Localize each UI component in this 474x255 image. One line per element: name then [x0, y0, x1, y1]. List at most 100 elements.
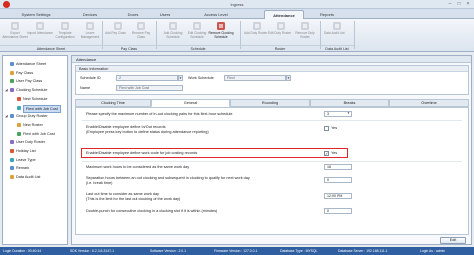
tab-system-settings[interactable]: System Settings: [14, 10, 58, 19]
edit-button[interactable]: Edit: [440, 237, 466, 244]
add-clocking-schedule-button[interactable]: Add Clocking Schedule: [160, 21, 186, 43]
login-as: Login As : admin: [420, 249, 446, 253]
schedule-id-dropdown-icon[interactable]: ▼: [178, 75, 183, 81]
tree-node-icon: [17, 122, 21, 127]
double-punch-label: Double-punch for consecutive clocking in…: [86, 209, 218, 213]
inout-records-checkbox[interactable]: [324, 126, 329, 131]
work-code-checkbox[interactable]: ✓: [324, 151, 329, 156]
tab-users[interactable]: Users: [150, 10, 180, 19]
work-schedule-field[interactable]: Flexi: [224, 75, 286, 81]
sidebar-item-label: User Duty Roster: [16, 140, 46, 145]
sdk-version: SDK Version : 6.2.3.6-3147-1: [70, 249, 115, 253]
tree-expand-icon[interactable]: ◢: [5, 112, 8, 120]
tab-reports[interactable]: Reports: [310, 10, 344, 19]
edit-clocking-schedule-button[interactable]: Edit Clocking Schedule: [184, 21, 210, 43]
sidebar-item[interactable]: Pay Class: [3, 69, 67, 77]
tree-node-icon: [10, 140, 14, 145]
ribbon-group-label: Schedule: [156, 45, 240, 51]
tab-rounding[interactable]: Rounding: [230, 99, 310, 107]
remove-clocking-schedule-button[interactable]: Remove Clocking Schedule: [208, 21, 234, 43]
tab-breaks[interactable]: Breaks: [310, 99, 389, 107]
sidebar-item[interactable]: Holiday List: [3, 147, 67, 155]
sidebar-item[interactable]: New Schedule: [3, 95, 67, 103]
divider: [82, 161, 462, 162]
sidebar-item-label: New Roster: [23, 122, 43, 127]
divider: [82, 120, 462, 121]
template-configuration-button[interactable]: Template Configuration: [52, 21, 78, 43]
tab-devices[interactable]: Devices: [74, 10, 106, 19]
minimize-icon[interactable]: –: [447, 1, 453, 7]
work-schedule-label: Work Schedule: [188, 76, 214, 80]
max-hours-label: Maximum work hours to be considered as t…: [86, 165, 190, 169]
sidebar-item[interactable]: Flexi with Job Cost: [3, 104, 67, 113]
maximize-icon[interactable]: □: [456, 1, 462, 7]
leave-management-button[interactable]: Leave Management: [77, 21, 103, 43]
data-audit-list-button[interactable]: Data Audit List: [324, 21, 350, 43]
tree-node-icon: [17, 96, 21, 101]
add-icon: [252, 21, 262, 31]
sidebar-item[interactable]: Data Audit List: [3, 173, 67, 181]
import-attendance-button[interactable]: Import Attendance: [27, 21, 53, 43]
sidebar-item[interactable]: ◢ Group Duty Roster: [3, 112, 67, 120]
sidebar-item-label: Pay Class: [16, 70, 34, 75]
tree-expand-icon[interactable]: ◢: [5, 86, 8, 94]
ribbon-toolbar: Export Attendance Sheet Import Attendance…: [0, 19, 474, 52]
add-duty-roster-button[interactable]: Add Duty Roster: [244, 21, 270, 43]
sidebar-item[interactable]: Leave Type: [3, 156, 67, 164]
sidebar-item[interactable]: ◢ Clocking Schedule: [3, 86, 67, 94]
ribbon-button-label: Edit Clocking Schedule: [187, 31, 207, 39]
double-punch-input[interactable]: 0: [324, 208, 352, 214]
separation-input[interactable]: 0: [324, 177, 352, 183]
basic-info-header: Basic Information: [76, 66, 468, 72]
ribbon-group-separator: [354, 21, 355, 49]
ribbon-group-label: Data Audit List: [320, 45, 354, 51]
work-code-label: Enable/Disable employee define work code…: [86, 151, 198, 155]
tab-attendance[interactable]: Attendance: [264, 10, 304, 19]
max-pairs-dropdown-icon[interactable]: ▼: [346, 111, 351, 117]
max-pairs-label: Please specify the maximum number of in-…: [86, 112, 233, 116]
tab-doors[interactable]: Doors: [118, 10, 148, 19]
ribbon-button-label: Template Configuration: [55, 31, 75, 39]
leave-icon: [85, 21, 95, 31]
close-icon[interactable]: ×: [465, 1, 471, 7]
software-version: Software Version : 2.0.1: [150, 249, 186, 253]
sidebar-item[interactable]: Remark: [3, 164, 67, 172]
tree-node-icon: [10, 166, 14, 171]
add-icon: [113, 21, 123, 31]
inout-records-label: Enable/Disable employee define In/Out re…: [86, 125, 166, 129]
sidebar-item[interactable]: New Roster: [3, 121, 67, 129]
tab-access-level[interactable]: Access Level: [196, 10, 236, 19]
sidebar-item[interactable]: User Pay Class: [3, 77, 67, 85]
import-icon: [35, 21, 45, 31]
tree-node-icon: [10, 149, 14, 153]
last-out-input[interactable]: 12:00 PM: [324, 193, 352, 199]
sidebar-item-label: Remark: [16, 166, 30, 171]
remove-duty-roster-button[interactable]: Remove Duty Roster: [292, 21, 318, 43]
tab-clocking-time[interactable]: Clocking Time: [75, 99, 151, 107]
sidebar-item[interactable]: User Duty Roster: [3, 138, 67, 146]
sidebar-item[interactable]: Flexi with Job Cost: [3, 130, 67, 138]
ribbon-button-label: Remove Clocking Schedule: [208, 31, 234, 39]
tree-node-icon: [17, 131, 21, 136]
schedule-id-label: Schedule ID: [80, 76, 101, 80]
sidebar-item-label: Data Audit List: [16, 175, 41, 180]
export-attendance-button[interactable]: Export Attendance Sheet: [2, 21, 28, 43]
name-field[interactable]: Flexi with Job Cost: [116, 85, 183, 91]
edit-duty-roster-button[interactable]: Edit Duty Roster: [268, 21, 294, 43]
ribbon-button-label: Add Pay Class: [105, 31, 126, 35]
tab-overtime[interactable]: Overtime: [389, 99, 469, 107]
schedule-id-field[interactable]: 2: [116, 75, 178, 81]
tree-node-icon: [10, 175, 14, 180]
menu-bar: System Settings Devices Doors Users Acce…: [0, 9, 474, 19]
last-out-note: (This is the limit for the last out cloc…: [86, 197, 181, 201]
tree-node-icon: [10, 157, 14, 162]
edit-icon: [192, 21, 202, 31]
tab-general[interactable]: General: [151, 99, 230, 107]
edit-icon: [276, 21, 286, 31]
max-hours-input[interactable]: 16: [324, 164, 352, 170]
work-schedule-dropdown-icon[interactable]: ▼: [286, 75, 291, 81]
ribbon-button-label: Data Audit List: [324, 31, 345, 35]
sidebar-item[interactable]: Attendance Sheet: [3, 60, 67, 68]
remove-pay-class-button[interactable]: Remove Pay Class: [128, 21, 154, 43]
inout-records-note: (Employee press key button to define sta…: [86, 130, 209, 134]
